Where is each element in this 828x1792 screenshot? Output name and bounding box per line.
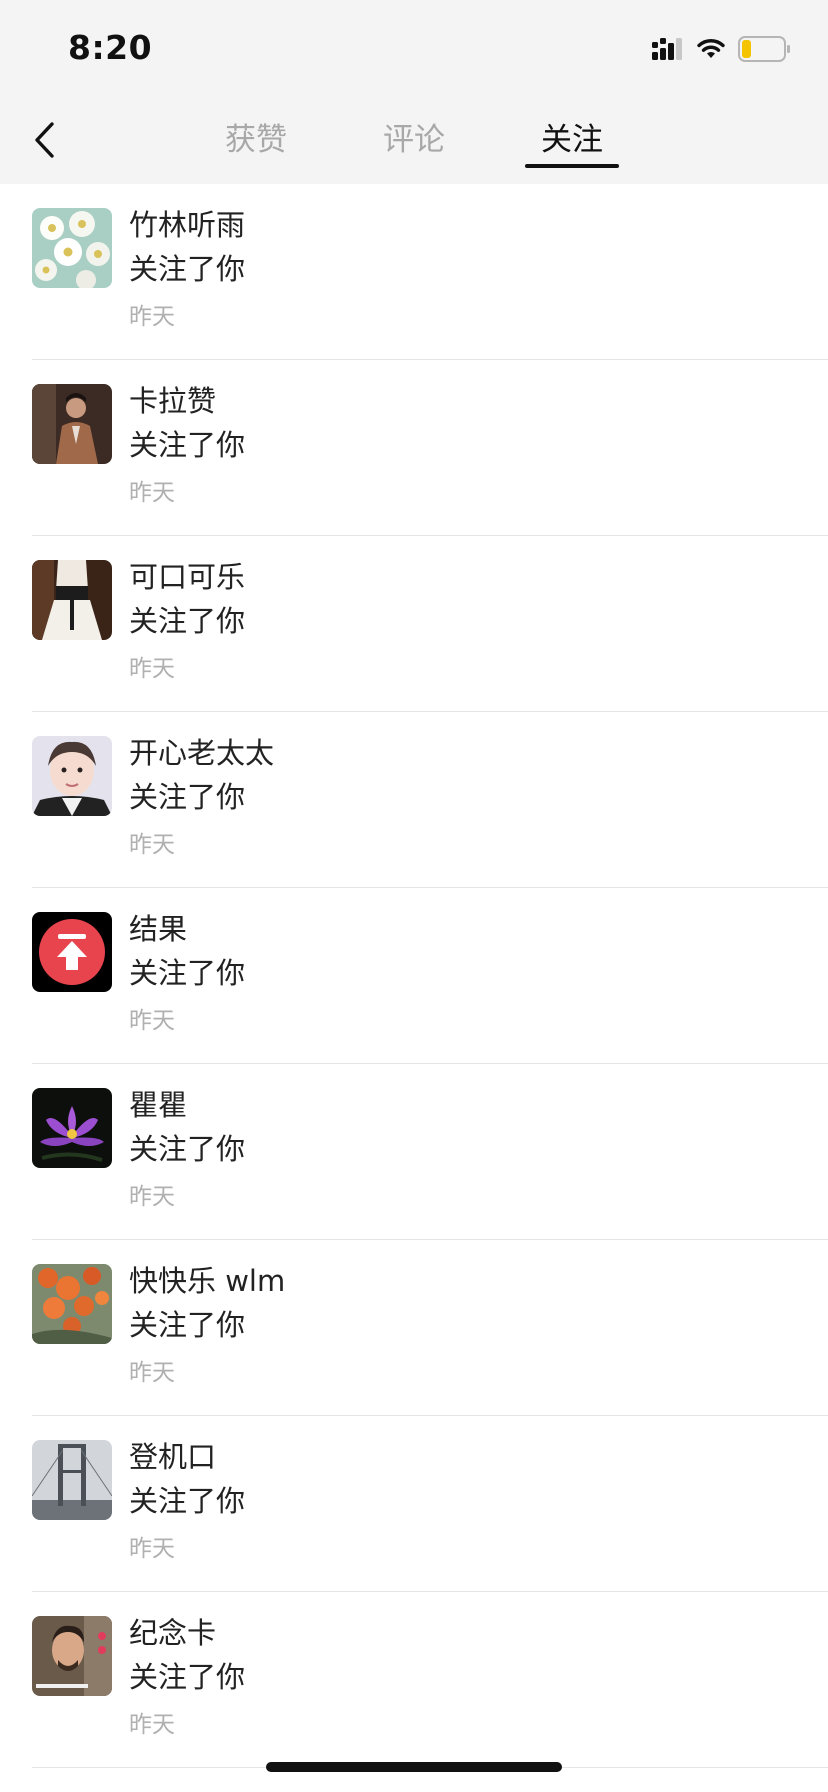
red-upload-logo xyxy=(32,912,112,992)
action-text: 关注了你 xyxy=(129,252,246,286)
list-item[interactable]: 可口可乐 关注了你 昨天 xyxy=(0,536,828,712)
avatar[interactable] xyxy=(32,1264,112,1344)
timestamp: 昨天 xyxy=(129,656,175,682)
user-name[interactable]: 卡拉赞 xyxy=(129,382,216,420)
signal-bars-icon xyxy=(652,38,682,60)
tab-comments[interactable]: 评论 xyxy=(374,108,454,168)
tab-follows[interactable]: 关注 xyxy=(532,108,612,168)
action-text: 关注了你 xyxy=(129,1132,246,1166)
child-face-photo xyxy=(32,736,112,816)
man-portrait-photo xyxy=(32,384,112,464)
orange-flowers-photo xyxy=(32,1264,112,1344)
user-name[interactable]: 瞿瞿 xyxy=(129,1086,187,1124)
white-daisies-photo xyxy=(32,208,112,288)
user-name[interactable]: 竹林听雨 xyxy=(129,206,245,244)
tab-bar: 获赞 评论 关注 xyxy=(0,108,828,168)
wifi-icon xyxy=(697,39,725,58)
timestamp: 昨天 xyxy=(129,1008,175,1034)
action-text: 关注了你 xyxy=(129,1660,246,1694)
user-name[interactable]: 结果 xyxy=(129,910,187,948)
timestamp: 昨天 xyxy=(129,1712,175,1738)
man-video-photo xyxy=(32,1616,112,1696)
tab-likes[interactable]: 获赞 xyxy=(216,108,296,168)
timestamp: 昨天 xyxy=(129,304,175,330)
active-tab-indicator xyxy=(525,164,619,168)
avatar[interactable] xyxy=(32,1616,112,1696)
action-text: 关注了你 xyxy=(129,428,246,462)
avatar[interactable] xyxy=(32,384,112,464)
battery-low-icon xyxy=(738,36,790,62)
woman-dress-photo xyxy=(32,560,112,640)
user-name[interactable]: 可口可乐 xyxy=(129,558,245,596)
timestamp: 昨天 xyxy=(129,480,175,506)
purple-lotus-photo xyxy=(32,1088,112,1168)
user-name[interactable]: 开心老太太 xyxy=(129,734,274,772)
top-bar: 8:20 获赞 评论 关注 xyxy=(0,0,828,184)
action-text: 关注了你 xyxy=(129,604,246,638)
avatar[interactable] xyxy=(32,736,112,816)
list-item[interactable]: 快快乐 wlm 关注了你 昨天 xyxy=(0,1240,828,1416)
timestamp: 昨天 xyxy=(129,1536,175,1562)
timestamp: 昨天 xyxy=(129,832,175,858)
user-name[interactable]: 快快乐 wlm xyxy=(129,1262,285,1300)
list-item[interactable]: 结果 关注了你 昨天 xyxy=(0,888,828,1064)
avatar[interactable] xyxy=(32,912,112,992)
avatar[interactable] xyxy=(32,208,112,288)
action-text: 关注了你 xyxy=(129,780,246,814)
list-item[interactable]: 卡拉赞 关注了你 昨天 xyxy=(0,360,828,536)
list-item[interactable]: 纪念卡 关注了你 昨天 xyxy=(0,1592,828,1768)
list-item[interactable]: 竹林听雨 关注了你 昨天 xyxy=(0,184,828,360)
screen: 8:20 获赞 评论 关注 竹林听雨 关注了你 昨天 卡拉赞 关注了你 昨天 可… xyxy=(0,0,828,1792)
status-time: 8:20 xyxy=(68,28,153,67)
notification-list: 竹林听雨 关注了你 昨天 卡拉赞 关注了你 昨天 可口可乐 关注了你 昨天 开心… xyxy=(0,184,828,1768)
user-name[interactable]: 纪念卡 xyxy=(129,1614,216,1652)
status-icons xyxy=(652,34,792,64)
avatar[interactable] xyxy=(32,1440,112,1520)
timestamp: 昨天 xyxy=(129,1184,175,1210)
timestamp: 昨天 xyxy=(129,1360,175,1386)
home-indicator[interactable] xyxy=(266,1762,562,1772)
list-item[interactable]: 登机口 关注了你 昨天 xyxy=(0,1416,828,1592)
list-item[interactable]: 开心老太太 关注了你 昨天 xyxy=(0,712,828,888)
bridge-tower-photo xyxy=(32,1440,112,1520)
avatar[interactable] xyxy=(32,1088,112,1168)
action-text: 关注了你 xyxy=(129,956,246,990)
avatar[interactable] xyxy=(32,560,112,640)
action-text: 关注了你 xyxy=(129,1484,246,1518)
list-item[interactable]: 瞿瞿 关注了你 昨天 xyxy=(0,1064,828,1240)
user-name[interactable]: 登机口 xyxy=(129,1438,216,1476)
action-text: 关注了你 xyxy=(129,1308,246,1342)
